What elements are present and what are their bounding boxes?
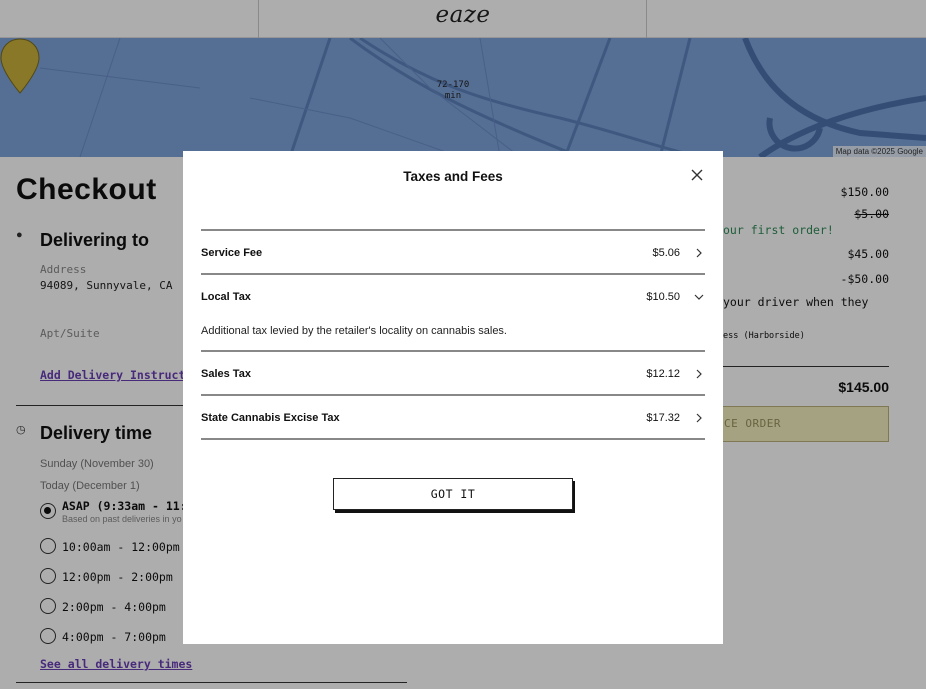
fee-description-local: Additional tax levied by the retailer's … — [201, 325, 507, 337]
fee-value-excise: $17.32 — [646, 412, 680, 424]
fee-label-excise: State Cannabis Excise Tax — [201, 412, 340, 424]
fee-label-sales: Sales Tax — [201, 368, 251, 380]
chevron-right-icon[interactable] — [694, 369, 704, 379]
close-icon[interactable] — [689, 167, 705, 183]
taxes-fees-modal: Taxes and Fees Service Fee $5.06 Local T… — [183, 151, 723, 644]
chevron-right-icon[interactable] — [694, 248, 704, 258]
got-it-button[interactable]: GOT IT — [333, 478, 573, 510]
fee-label-service: Service Fee — [201, 247, 263, 259]
fee-value-service: $5.06 — [652, 247, 680, 259]
fee-value-sales: $12.12 — [646, 368, 680, 380]
fee-row-service-fee[interactable] — [201, 231, 705, 273]
fee-divider — [201, 438, 705, 440]
got-it-label: GOT IT — [430, 487, 476, 501]
chevron-down-icon[interactable] — [694, 292, 704, 302]
modal-title: Taxes and Fees — [403, 169, 503, 184]
fee-row-sales-tax[interactable] — [201, 352, 705, 394]
chevron-right-icon[interactable] — [694, 413, 704, 423]
fee-row-local-tax[interactable] — [201, 275, 705, 317]
fee-label-local: Local Tax — [201, 291, 251, 303]
fee-value-local: $10.50 — [646, 291, 680, 303]
